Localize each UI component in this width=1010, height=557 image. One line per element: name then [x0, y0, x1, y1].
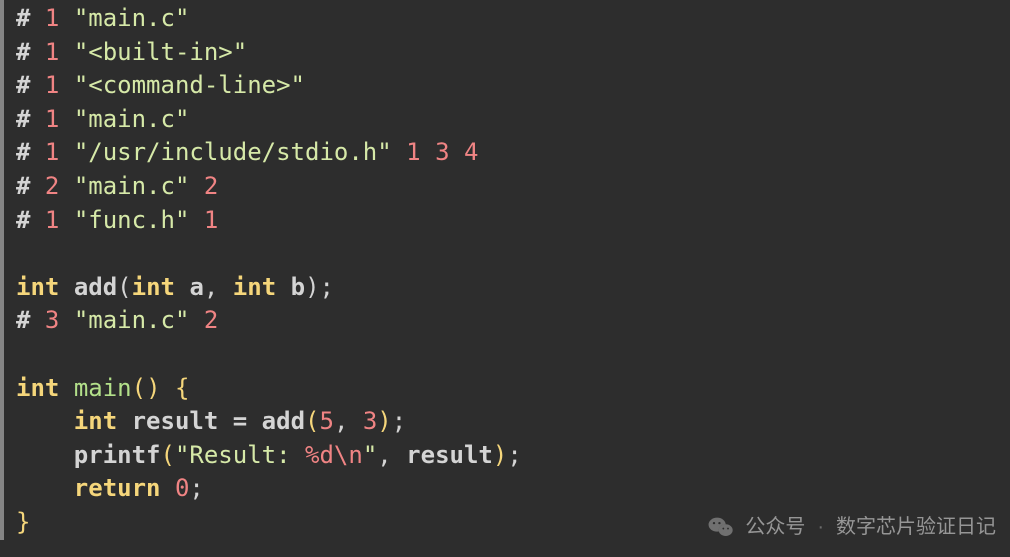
hash: # [16, 206, 30, 234]
wechat-icon [707, 513, 735, 541]
hash: # [16, 138, 30, 166]
linemarker-file: "<built-in>" [74, 38, 247, 66]
str: " [363, 441, 377, 469]
hash: # [16, 172, 30, 200]
func-name: main [74, 374, 132, 402]
hash: # [16, 4, 30, 32]
return-kw: return [74, 474, 161, 502]
code-editor[interactable]: # 1 "main.c"# 1 "<built-in>"# 1 "<comman… [0, 0, 1010, 540]
linemarker-file: "<command-line>" [74, 71, 305, 99]
linemarker-flag: 2 [204, 172, 218, 200]
param-name: b [291, 273, 305, 301]
linemarker-file: "main.c" [74, 172, 190, 200]
code-line [16, 338, 1010, 372]
linemarker-file: "/usr/include/stdio.h" [74, 138, 392, 166]
code-line: # 1 "main.c" [16, 2, 1010, 36]
code-line [16, 237, 1010, 271]
linemarker-flag: 2 [204, 306, 218, 334]
param-type: int [132, 273, 175, 301]
code-line: # 1 "main.c" [16, 103, 1010, 137]
linemarker-file: "main.c" [74, 105, 190, 133]
arg-name: result [406, 441, 493, 469]
code-line: return 0; [16, 472, 1010, 506]
linemarker-num: 1 [45, 105, 59, 133]
linemarker-num: 1 [45, 38, 59, 66]
linemarker-flag: 3 [435, 138, 449, 166]
code-line: # 1 "<command-line>" [16, 69, 1010, 103]
watermark-name: 数字芯片验证日记 [836, 513, 996, 541]
linemarker-num: 1 [45, 4, 59, 32]
linemarker-num: 3 [45, 306, 59, 334]
hash: # [16, 38, 30, 66]
param-name: a [189, 273, 203, 301]
code-line: # 1 "func.h" 1 [16, 204, 1010, 238]
watermark-label: 公众号 [745, 513, 805, 541]
code-line: int main() { [16, 372, 1010, 406]
linemarker-file: "main.c" [74, 306, 190, 334]
code-line: int result = add(5, 3); [16, 405, 1010, 439]
code-line: # 1 "<built-in>" [16, 36, 1010, 70]
brace-close: } [16, 508, 30, 536]
type-kw: int [16, 374, 59, 402]
linemarker-num: 1 [45, 138, 59, 166]
linemarker-flag: 4 [464, 138, 478, 166]
escape-seq: \n [334, 441, 363, 469]
func-name: add [74, 273, 117, 301]
code-line: # 3 "main.c" 2 [16, 304, 1010, 338]
arg-num: 5 [319, 407, 333, 435]
code-line: # 2 "main.c" 2 [16, 170, 1010, 204]
linemarker-flag: 1 [406, 138, 420, 166]
call-name: printf [74, 441, 161, 469]
type-kw: int [74, 407, 117, 435]
return-val: 0 [175, 474, 189, 502]
var-name: result [132, 407, 219, 435]
str: "Result: [175, 441, 305, 469]
code-line: printf("Result: %d\n", result); [16, 439, 1010, 473]
linemarker-file: "main.c" [74, 4, 190, 32]
brace-open: { [175, 374, 189, 402]
hash: # [16, 105, 30, 133]
linemarker-flag: 1 [204, 206, 218, 234]
code-line: # 1 "/usr/include/stdio.h" 1 3 4 [16, 136, 1010, 170]
arg-num: 3 [363, 407, 377, 435]
hash: # [16, 306, 30, 334]
linemarker-num: 1 [45, 71, 59, 99]
code-line: int add(int a, int b); [16, 271, 1010, 305]
call-name: add [262, 407, 305, 435]
linemarker-num: 1 [45, 206, 59, 234]
param-type: int [233, 273, 276, 301]
format-spec: %d [305, 441, 334, 469]
linemarker-num: 2 [45, 172, 59, 200]
watermark: 公众号 · 数字芯片验证日记 [707, 513, 996, 541]
hash: # [16, 71, 30, 99]
watermark-sep: · [815, 513, 826, 541]
type-kw: int [16, 273, 59, 301]
linemarker-file: "func.h" [74, 206, 190, 234]
